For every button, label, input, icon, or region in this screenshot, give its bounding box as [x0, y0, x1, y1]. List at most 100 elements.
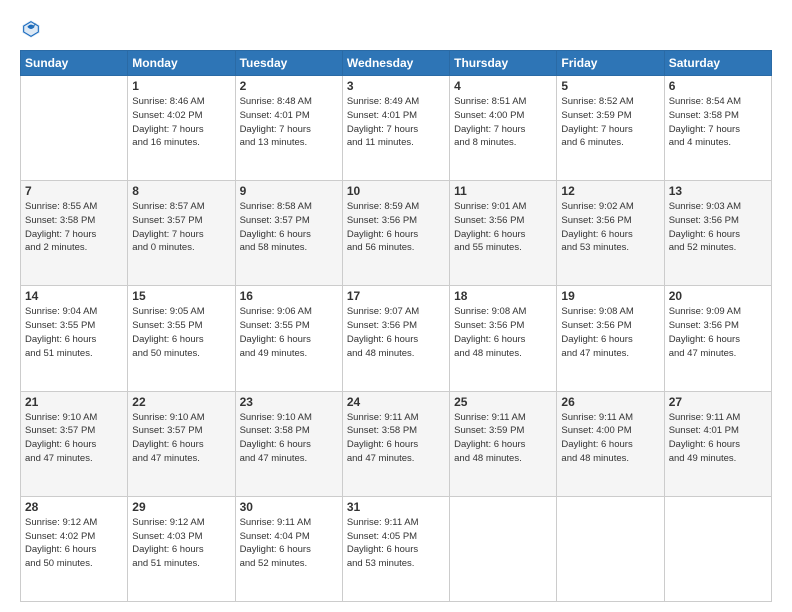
calendar-cell — [664, 496, 771, 601]
calendar-cell: 1 Sunrise: 8:46 AM Sunset: 4:02 PM Daylig… — [128, 76, 235, 181]
logo — [20, 18, 46, 40]
calendar-cell: 17 Sunrise: 9:07 AM Sunset: 3:56 PM Dayli… — [342, 286, 449, 391]
calendar-day-header: Monday — [128, 51, 235, 76]
day-number: 1 — [132, 79, 230, 93]
calendar-cell: 13 Sunrise: 9:03 AM Sunset: 3:56 PM Dayli… — [664, 181, 771, 286]
day-number: 16 — [240, 289, 338, 303]
day-info: Sunrise: 9:10 AM Sunset: 3:58 PM Dayligh… — [240, 411, 338, 466]
day-number: 14 — [25, 289, 123, 303]
day-info: Sunrise: 9:02 AM Sunset: 3:56 PM Dayligh… — [561, 200, 659, 255]
day-info: Sunrise: 9:03 AM Sunset: 3:56 PM Dayligh… — [669, 200, 767, 255]
day-info: Sunrise: 8:52 AM Sunset: 3:59 PM Dayligh… — [561, 95, 659, 150]
calendar-cell: 4 Sunrise: 8:51 AM Sunset: 4:00 PM Daylig… — [450, 76, 557, 181]
day-info: Sunrise: 8:46 AM Sunset: 4:02 PM Dayligh… — [132, 95, 230, 150]
day-number: 11 — [454, 184, 552, 198]
calendar-cell: 11 Sunrise: 9:01 AM Sunset: 3:56 PM Dayli… — [450, 181, 557, 286]
calendar-cell: 27 Sunrise: 9:11 AM Sunset: 4:01 PM Dayli… — [664, 391, 771, 496]
day-info: Sunrise: 9:11 AM Sunset: 4:01 PM Dayligh… — [669, 411, 767, 466]
day-number: 15 — [132, 289, 230, 303]
calendar-cell: 20 Sunrise: 9:09 AM Sunset: 3:56 PM Dayli… — [664, 286, 771, 391]
day-info: Sunrise: 9:07 AM Sunset: 3:56 PM Dayligh… — [347, 305, 445, 360]
calendar-week-row: 28 Sunrise: 9:12 AM Sunset: 4:02 PM Dayli… — [21, 496, 772, 601]
day-number: 27 — [669, 395, 767, 409]
calendar-cell: 7 Sunrise: 8:55 AM Sunset: 3:58 PM Daylig… — [21, 181, 128, 286]
day-info: Sunrise: 8:48 AM Sunset: 4:01 PM Dayligh… — [240, 95, 338, 150]
day-number: 19 — [561, 289, 659, 303]
day-info: Sunrise: 9:11 AM Sunset: 3:58 PM Dayligh… — [347, 411, 445, 466]
day-info: Sunrise: 9:11 AM Sunset: 4:00 PM Dayligh… — [561, 411, 659, 466]
calendar-table: SundayMondayTuesdayWednesdayThursdayFrid… — [20, 50, 772, 602]
calendar-cell: 12 Sunrise: 9:02 AM Sunset: 3:56 PM Dayli… — [557, 181, 664, 286]
calendar-day-header: Saturday — [664, 51, 771, 76]
day-number: 10 — [347, 184, 445, 198]
day-info: Sunrise: 9:06 AM Sunset: 3:55 PM Dayligh… — [240, 305, 338, 360]
calendar-day-header: Tuesday — [235, 51, 342, 76]
day-info: Sunrise: 8:51 AM Sunset: 4:00 PM Dayligh… — [454, 95, 552, 150]
day-info: Sunrise: 9:11 AM Sunset: 3:59 PM Dayligh… — [454, 411, 552, 466]
header — [20, 18, 772, 40]
calendar-cell: 18 Sunrise: 9:08 AM Sunset: 3:56 PM Dayli… — [450, 286, 557, 391]
calendar-header-row: SundayMondayTuesdayWednesdayThursdayFrid… — [21, 51, 772, 76]
calendar-cell: 5 Sunrise: 8:52 AM Sunset: 3:59 PM Daylig… — [557, 76, 664, 181]
calendar-cell: 9Sunrise: 8:58 AM Sunset: 3:57 PM Daylig… — [235, 181, 342, 286]
calendar-cell: 30 Sunrise: 9:11 AM Sunset: 4:04 PM Dayli… — [235, 496, 342, 601]
day-info: Sunrise: 8:54 AM Sunset: 3:58 PM Dayligh… — [669, 95, 767, 150]
day-info: Sunrise: 8:49 AM Sunset: 4:01 PM Dayligh… — [347, 95, 445, 150]
calendar-cell — [21, 76, 128, 181]
day-number: 21 — [25, 395, 123, 409]
calendar-cell: 23 Sunrise: 9:10 AM Sunset: 3:58 PM Dayli… — [235, 391, 342, 496]
calendar-day-header: Thursday — [450, 51, 557, 76]
day-number: 26 — [561, 395, 659, 409]
day-info: Sunrise: 9:01 AM Sunset: 3:56 PM Dayligh… — [454, 200, 552, 255]
day-number: 20 — [669, 289, 767, 303]
calendar-day-header: Friday — [557, 51, 664, 76]
day-number: 13 — [669, 184, 767, 198]
day-number: 4 — [454, 79, 552, 93]
day-info: Sunrise: 9:05 AM Sunset: 3:55 PM Dayligh… — [132, 305, 230, 360]
calendar-cell: 3 Sunrise: 8:49 AM Sunset: 4:01 PM Daylig… — [342, 76, 449, 181]
calendar-day-header: Wednesday — [342, 51, 449, 76]
page: SundayMondayTuesdayWednesdayThursdayFrid… — [0, 0, 792, 612]
calendar-cell: 8Sunrise: 8:57 AM Sunset: 3:57 PM Daylig… — [128, 181, 235, 286]
calendar-week-row: 7 Sunrise: 8:55 AM Sunset: 3:58 PM Daylig… — [21, 181, 772, 286]
day-number: 30 — [240, 500, 338, 514]
day-number: 12 — [561, 184, 659, 198]
day-info: Sunrise: 8:59 AM Sunset: 3:56 PM Dayligh… — [347, 200, 445, 255]
day-info: Sunrise: 9:08 AM Sunset: 3:56 PM Dayligh… — [454, 305, 552, 360]
calendar-cell: 24Sunrise: 9:11 AM Sunset: 3:58 PM Dayli… — [342, 391, 449, 496]
calendar-week-row: 14 Sunrise: 9:04 AM Sunset: 3:55 PM Dayli… — [21, 286, 772, 391]
day-info: Sunrise: 9:11 AM Sunset: 4:05 PM Dayligh… — [347, 516, 445, 571]
day-info: Sunrise: 9:12 AM Sunset: 4:02 PM Dayligh… — [25, 516, 123, 571]
calendar-cell: 31Sunrise: 9:11 AM Sunset: 4:05 PM Dayli… — [342, 496, 449, 601]
day-number: 29 — [132, 500, 230, 514]
calendar-cell: 29Sunrise: 9:12 AM Sunset: 4:03 PM Dayli… — [128, 496, 235, 601]
day-number: 18 — [454, 289, 552, 303]
day-info: Sunrise: 9:11 AM Sunset: 4:04 PM Dayligh… — [240, 516, 338, 571]
day-number: 17 — [347, 289, 445, 303]
day-info: Sunrise: 8:57 AM Sunset: 3:57 PM Dayligh… — [132, 200, 230, 255]
calendar-cell: 15 Sunrise: 9:05 AM Sunset: 3:55 PM Dayli… — [128, 286, 235, 391]
calendar-cell: 22Sunrise: 9:10 AM Sunset: 3:57 PM Dayli… — [128, 391, 235, 496]
calendar-cell — [557, 496, 664, 601]
calendar-cell: 26 Sunrise: 9:11 AM Sunset: 4:00 PM Dayli… — [557, 391, 664, 496]
calendar-week-row: 21 Sunrise: 9:10 AM Sunset: 3:57 PM Dayli… — [21, 391, 772, 496]
day-number: 23 — [240, 395, 338, 409]
day-number: 7 — [25, 184, 123, 198]
calendar-cell: 28 Sunrise: 9:12 AM Sunset: 4:02 PM Dayli… — [21, 496, 128, 601]
calendar-week-row: 1 Sunrise: 8:46 AM Sunset: 4:02 PM Daylig… — [21, 76, 772, 181]
day-info: Sunrise: 8:55 AM Sunset: 3:58 PM Dayligh… — [25, 200, 123, 255]
day-info: Sunrise: 9:09 AM Sunset: 3:56 PM Dayligh… — [669, 305, 767, 360]
calendar-cell: 16 Sunrise: 9:06 AM Sunset: 3:55 PM Dayli… — [235, 286, 342, 391]
calendar-cell — [450, 496, 557, 601]
day-number: 3 — [347, 79, 445, 93]
calendar-cell: 21 Sunrise: 9:10 AM Sunset: 3:57 PM Dayli… — [21, 391, 128, 496]
day-number: 9 — [240, 184, 338, 198]
day-number: 6 — [669, 79, 767, 93]
calendar-cell: 10 Sunrise: 8:59 AM Sunset: 3:56 PM Dayli… — [342, 181, 449, 286]
day-info: Sunrise: 9:04 AM Sunset: 3:55 PM Dayligh… — [25, 305, 123, 360]
calendar-cell: 14 Sunrise: 9:04 AM Sunset: 3:55 PM Dayli… — [21, 286, 128, 391]
day-number: 28 — [25, 500, 123, 514]
day-info: Sunrise: 9:10 AM Sunset: 3:57 PM Dayligh… — [25, 411, 123, 466]
day-number: 25 — [454, 395, 552, 409]
day-number: 5 — [561, 79, 659, 93]
